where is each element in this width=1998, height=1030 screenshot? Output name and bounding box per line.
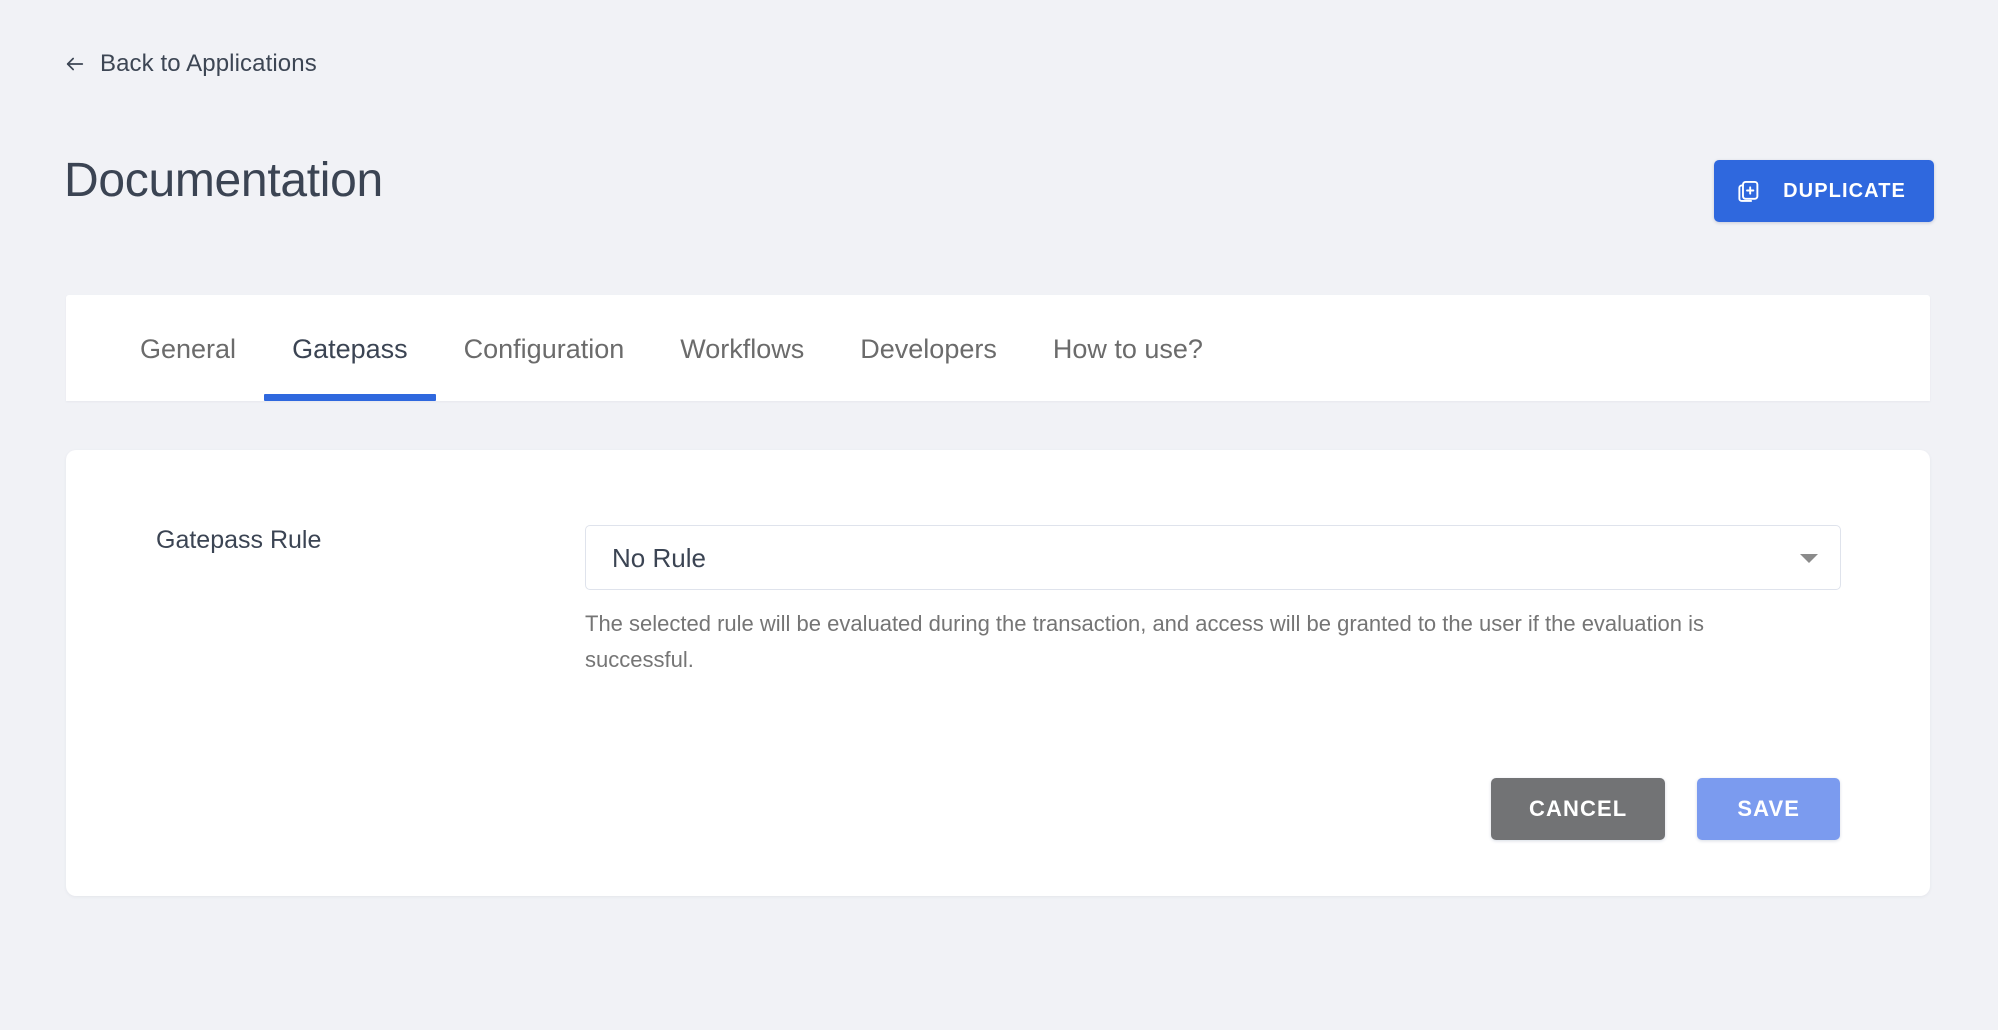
save-button[interactable]: SAVE	[1697, 778, 1840, 840]
tab-label: Developers	[860, 334, 997, 364]
form-actions: CANCEL SAVE	[1491, 778, 1840, 840]
tab-label: How to use?	[1052, 334, 1203, 364]
tabs-card: General Gatepass Configuration Workflows…	[66, 295, 1930, 401]
tab-configuration[interactable]: Configuration	[436, 295, 653, 401]
tab-developers[interactable]: Developers	[832, 295, 1025, 401]
tab-label: Configuration	[463, 334, 625, 364]
tab-bar: General Gatepass Configuration Workflows…	[66, 295, 1930, 401]
gatepass-rule-selected-value: No Rule	[612, 542, 706, 573]
tab-gatepass[interactable]: Gatepass	[264, 295, 436, 401]
gatepass-form-card: Gatepass Rule No Rule The selected rule …	[66, 450, 1930, 896]
back-link-label: Back to Applications	[100, 50, 317, 77]
gatepass-rule-help-text: The selected rule will be evaluated duri…	[585, 611, 1704, 672]
tab-label: General	[140, 334, 237, 364]
gatepass-rule-control: No Rule The selected rule will be evalua…	[585, 525, 1841, 678]
application-detail-page: Back to Applications Documentation DUPLI…	[0, 0, 1998, 1030]
page-title: Documentation	[64, 154, 383, 207]
cancel-button[interactable]: CANCEL	[1491, 778, 1666, 840]
tab-label: Gatepass	[292, 334, 408, 364]
back-to-applications-link[interactable]: Back to Applications	[64, 52, 317, 76]
arrow-left-icon	[64, 53, 86, 75]
duplicate-add-icon	[1736, 178, 1763, 205]
page-header: Documentation DUPLICATE	[64, 150, 1934, 222]
duplicate-button-label: DUPLICATE	[1783, 180, 1906, 202]
tab-workflows[interactable]: Workflows	[652, 295, 832, 401]
tab-how-to-use[interactable]: How to use?	[1025, 295, 1231, 401]
duplicate-button[interactable]: DUPLICATE	[1714, 160, 1934, 222]
gatepass-rule-label: Gatepass Rule	[156, 526, 322, 554]
tab-general[interactable]: General	[112, 295, 264, 401]
tab-label: Workflows	[680, 334, 805, 364]
gatepass-rule-select[interactable]: No Rule	[585, 525, 1841, 590]
chevron-down-icon	[1800, 553, 1818, 563]
